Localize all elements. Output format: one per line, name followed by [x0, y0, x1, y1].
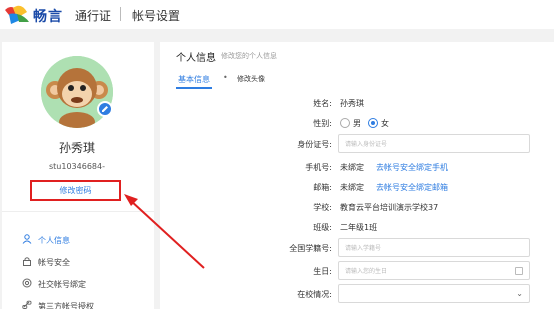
annotation-arrow-icon — [124, 194, 205, 269]
